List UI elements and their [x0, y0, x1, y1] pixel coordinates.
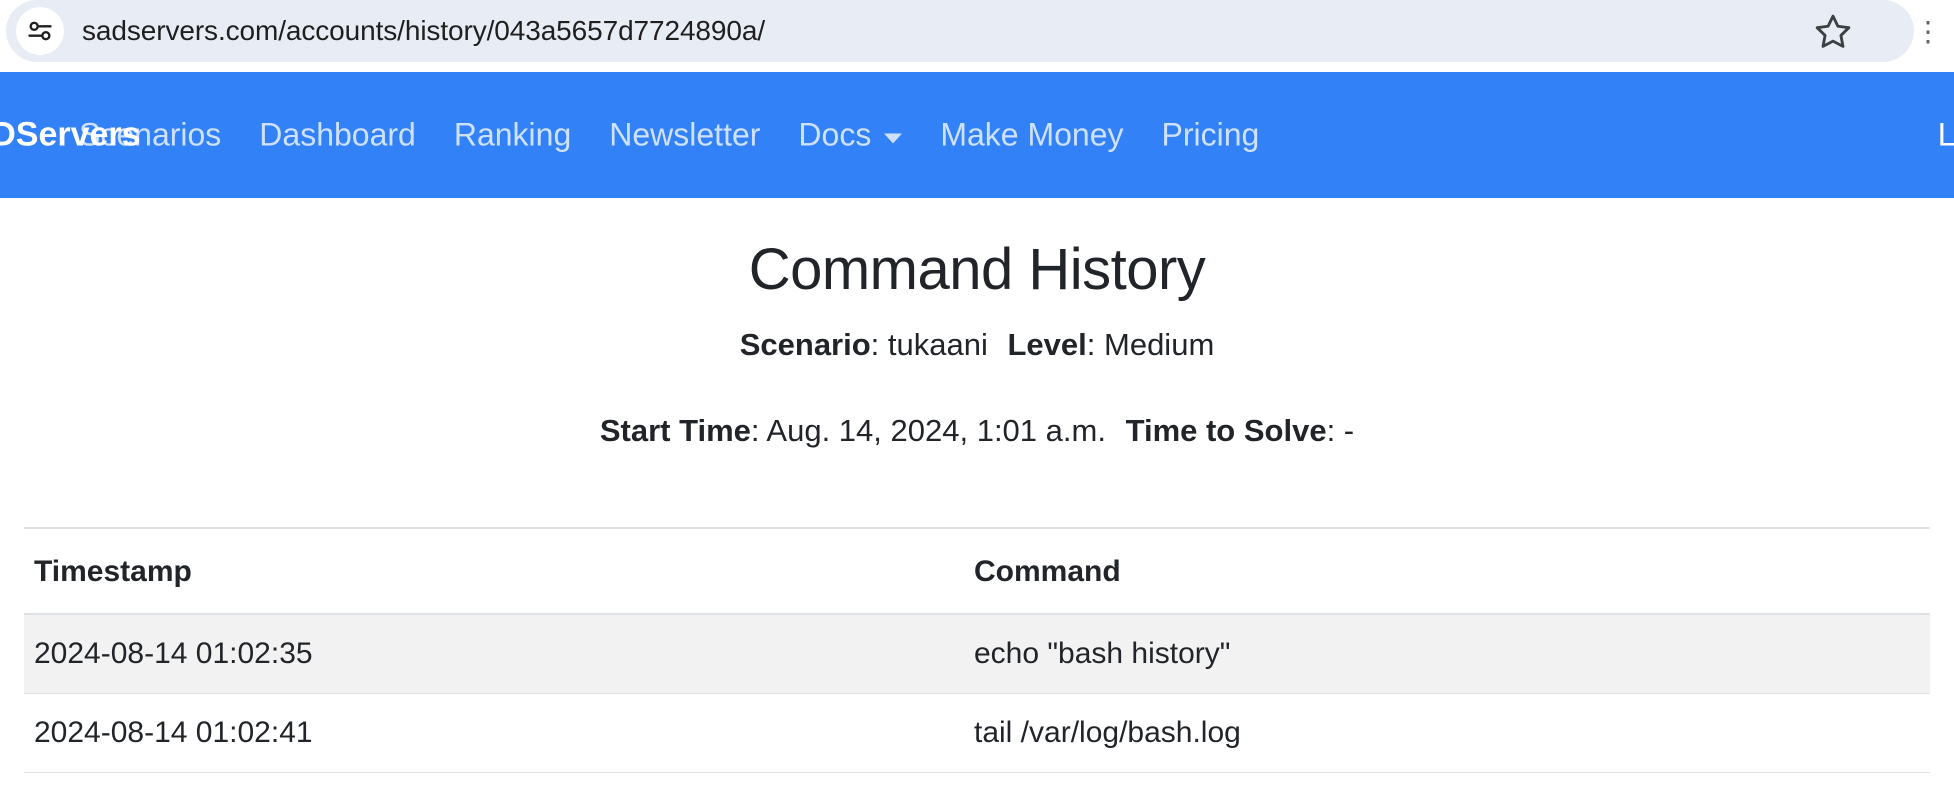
time-meta-line: Start Time: Aug. 14, 2024, 1:01 a.m. Tim…	[0, 413, 1954, 449]
address-bar[interactable]: sadservers.com/accounts/history/043a5657…	[6, 0, 1914, 62]
nav-item-pricing[interactable]: Pricing	[1143, 117, 1279, 154]
url-text[interactable]: sadservers.com/accounts/history/043a5657…	[82, 15, 1806, 47]
table-body: 2024-08-14 01:02:35 echo "bash history" …	[24, 614, 1930, 773]
table-row: 2024-08-14 01:02:35 echo "bash history"	[24, 614, 1930, 694]
cell-command: tail /var/log/bash.log	[964, 693, 1930, 773]
start-time-label: Start Time	[599, 413, 751, 448]
cell-command: echo "bash history"	[964, 614, 1930, 694]
nav-item-ranking-label: Ranking	[453, 116, 572, 153]
level-value: : Medium	[1086, 327, 1215, 362]
nav-item-dashboard[interactable]: Dashboard	[240, 117, 435, 154]
time-to-solve-value: : -	[1326, 413, 1355, 448]
browser-menu-glyph: ⋮	[1914, 15, 1942, 47]
browser-menu-icon[interactable]: ⋮	[1914, 0, 1954, 62]
nav-item-docs[interactable]: Docs	[779, 117, 921, 154]
page-title: Command History	[748, 237, 1206, 302]
column-header-timestamp: Timestamp	[24, 527, 964, 615]
history-table-wrapper: Timestamp Command 2024-08-14 01:02:35 ec…	[0, 527, 1954, 773]
nav-item-make-money-label: Make Money	[940, 116, 1124, 153]
bookmark-star-icon[interactable]	[1806, 4, 1860, 58]
nav-item-ranking[interactable]: Ranking	[435, 117, 590, 154]
cell-timestamp: 2024-08-14 01:02:35	[24, 614, 964, 694]
page-content: Command History Scenario: tukaani Level:…	[0, 236, 1954, 773]
scenario-label: Scenario	[739, 327, 871, 362]
nav-item-scenarios[interactable]: Scenarios	[60, 117, 240, 154]
table-row: 2024-08-14 01:02:41 tail /var/log/bash.l…	[24, 693, 1930, 773]
browser-chrome: sadservers.com/accounts/history/043a5657…	[0, 0, 1954, 72]
nav-item-make-money[interactable]: Make Money	[921, 117, 1142, 154]
time-to-solve-label: Time to Solve	[1125, 413, 1327, 448]
command-history-table: Timestamp Command 2024-08-14 01:02:35 ec…	[24, 527, 1930, 773]
cell-timestamp: 2024-08-14 01:02:41	[24, 693, 964, 773]
nav-item-docs-label: Docs	[798, 116, 872, 153]
scenario-value: : tukaani	[870, 327, 988, 362]
start-time-value: : Aug. 14, 2024, 1:01 a.m.	[750, 413, 1106, 448]
level-label: Level	[1007, 327, 1087, 362]
nav-item-scenarios-label: Scenarios	[79, 116, 222, 153]
nav-links: Scenarios Dashboard Ranking Newsletter D…	[60, 117, 1278, 154]
site-navbar: SADServers Scenarios Dashboard Ranking N…	[0, 72, 1954, 198]
nav-item-pricing-label: Pricing	[1161, 116, 1260, 153]
table-head: Timestamp Command	[24, 527, 1930, 615]
nav-item-dashboard-label: Dashboard	[259, 116, 416, 153]
chevron-down-icon	[884, 133, 903, 143]
nav-item-newsletter-label: Newsletter	[609, 116, 761, 153]
column-header-command: Command	[964, 527, 1930, 615]
table-header-row: Timestamp Command	[24, 527, 1930, 615]
nav-item-newsletter[interactable]: Newsletter	[590, 117, 779, 154]
site-settings-tune-icon[interactable]	[16, 7, 64, 55]
scenario-meta-line: Scenario: tukaani Level: Medium	[0, 327, 1954, 363]
nav-item-login[interactable]: Login	[1938, 117, 1954, 154]
